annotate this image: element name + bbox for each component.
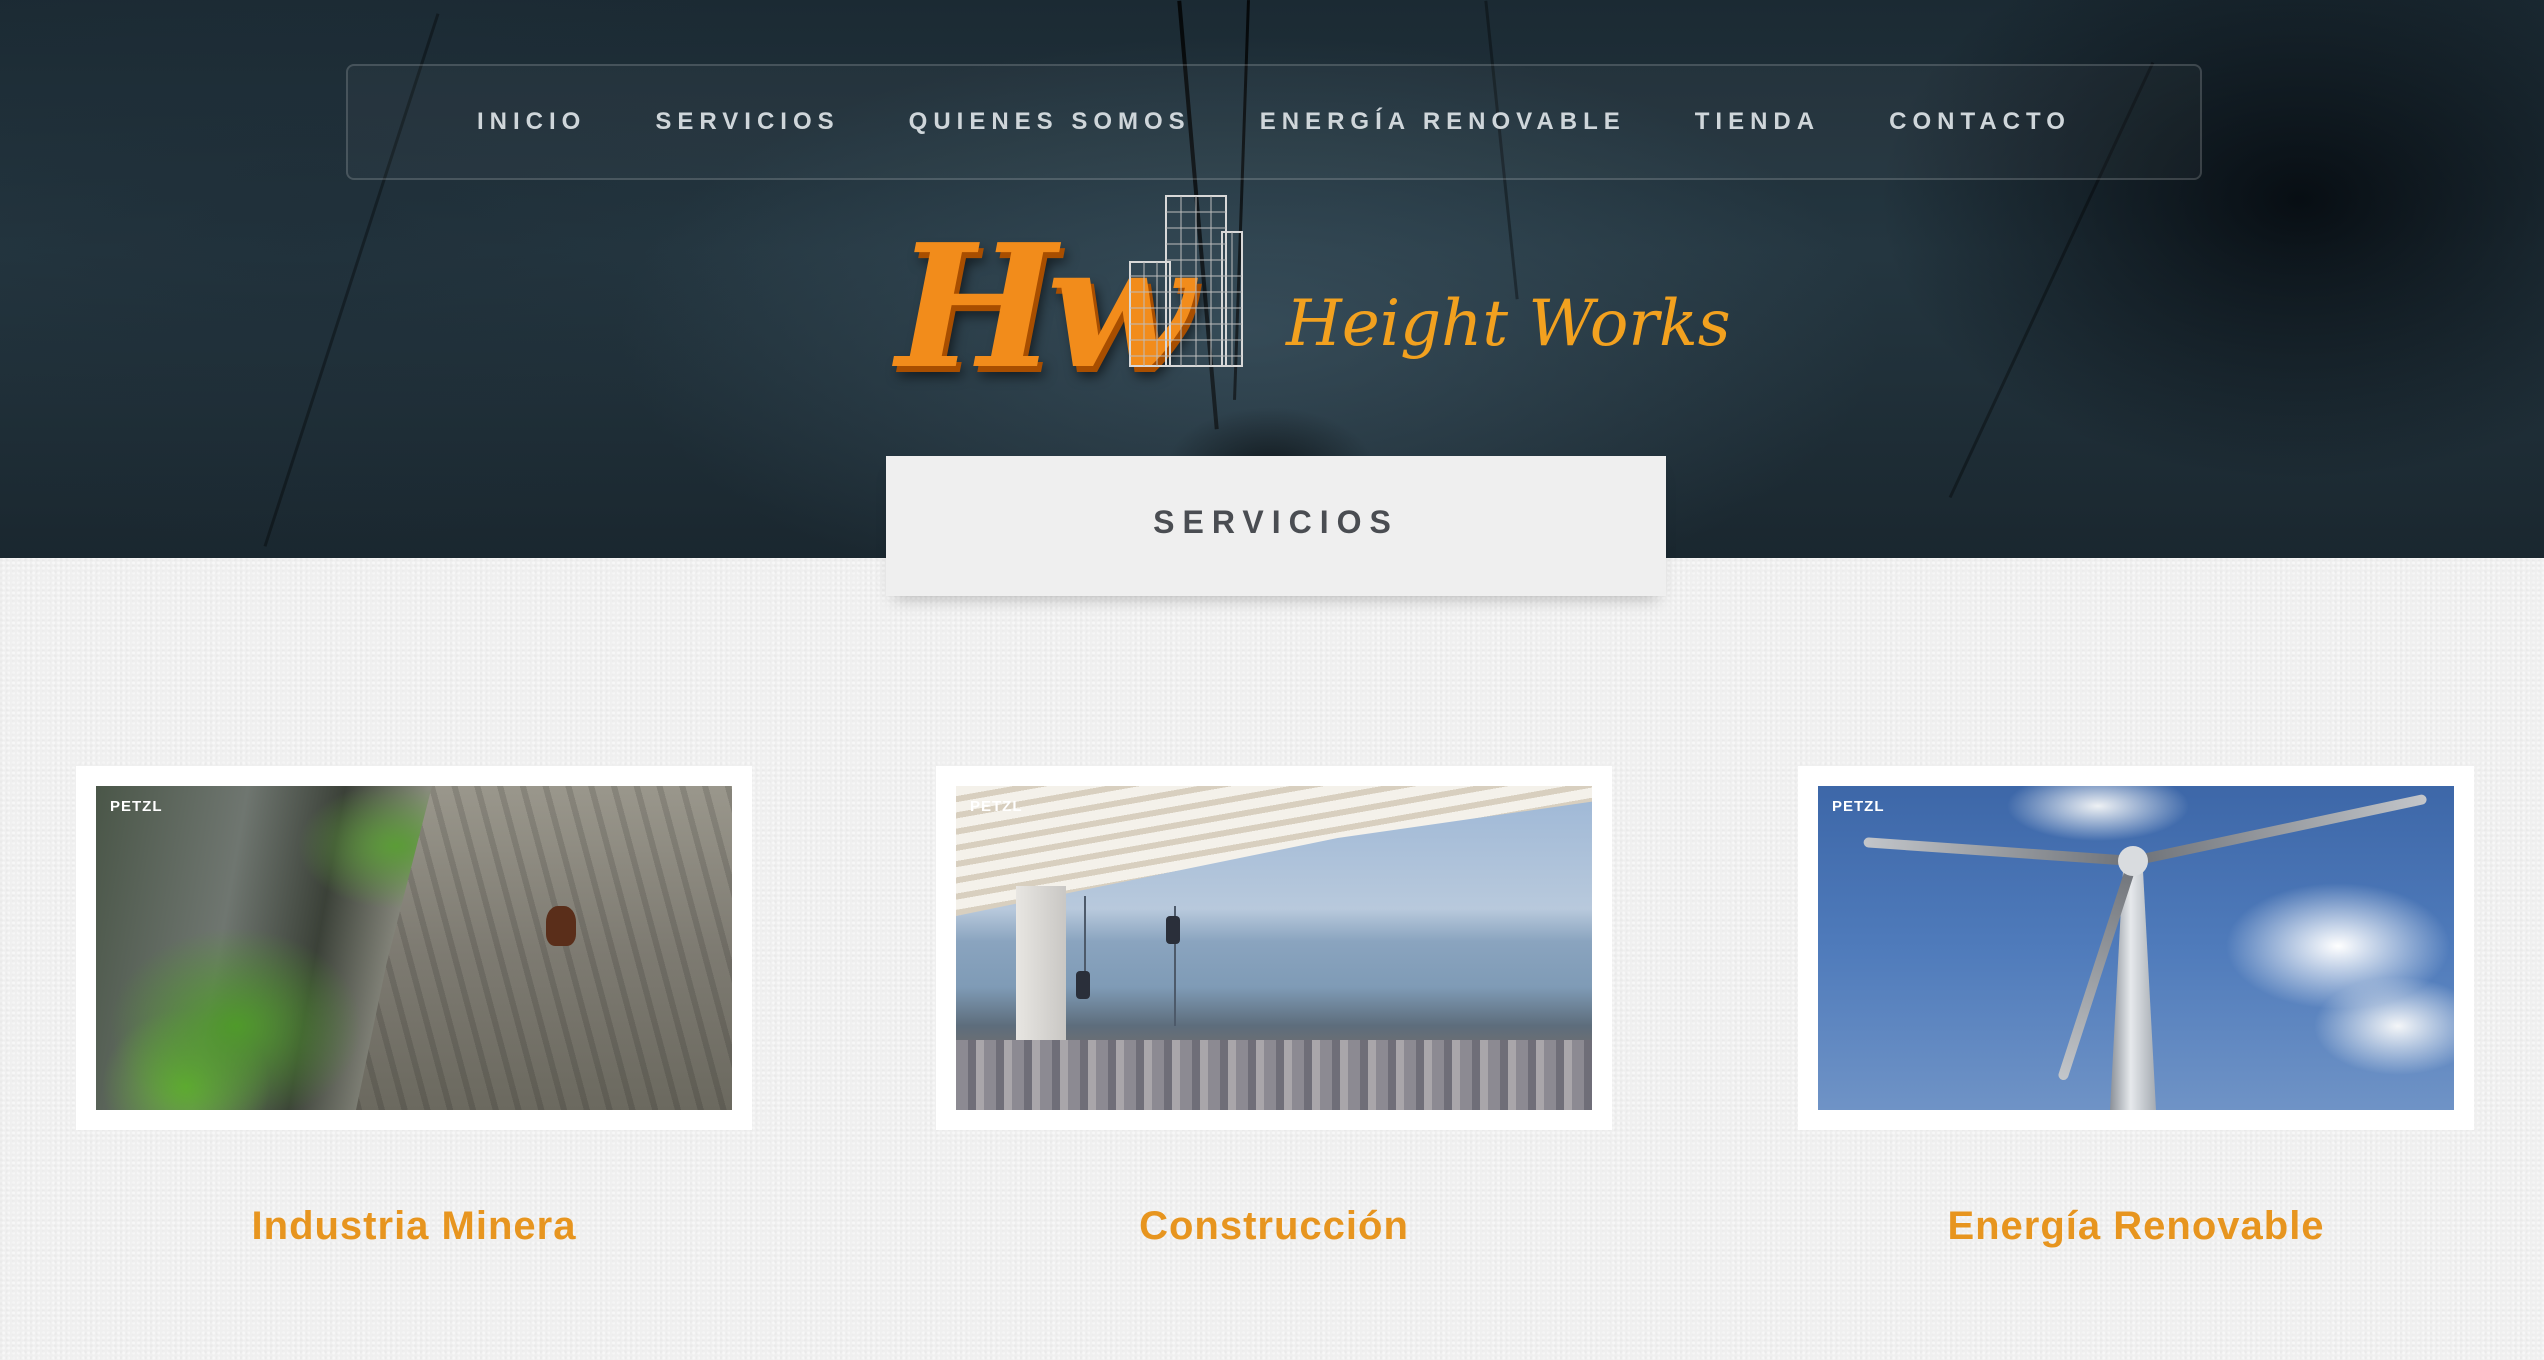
nav-item-inicio[interactable]: INICIO [477,108,586,136]
service-image-frame[interactable]: PETZL [76,766,752,1130]
climber-figure [546,906,576,946]
service-title[interactable]: Energía Renovable [1798,1204,2474,1249]
service-card-industria-minera: PETZL Industria Minera [76,766,752,1249]
nav-item-quienes-somos[interactable]: QUIENES SOMOS [909,108,1191,136]
petzl-watermark: PETZL [1832,798,1885,815]
section-header: SERVICIOS [886,456,1666,596]
service-card-energia-renovable: PETZL Energía Renovable [1798,766,2474,1249]
section-title: SERVICIOS [1153,504,1399,540]
logo-text: Height Works [1286,287,1731,361]
service-image-construction: PETZL [956,786,1592,1110]
nav-item-servicios[interactable]: SERVICIOS [655,108,839,136]
site-logo[interactable]: Hw Height Works [896,192,1731,422]
service-image-wind-turbine: PETZL [1818,786,2454,1110]
nav-item-tienda[interactable]: TIENDA [1695,108,1820,136]
service-image-frame[interactable]: PETZL [936,766,1612,1130]
worker-figure [1076,971,1090,999]
petzl-watermark: PETZL [110,798,163,815]
main-nav: INICIO SERVICIOS QUIENES SOMOS ENERGÍA R… [346,64,2202,180]
petzl-watermark: PETZL [970,798,1023,815]
service-title[interactable]: Construcción [936,1204,1612,1249]
service-title[interactable]: Industria Minera [76,1204,752,1249]
service-image-frame[interactable]: PETZL [1798,766,2474,1130]
service-image-mining: PETZL [96,786,732,1110]
nav-item-energia-renovable[interactable]: ENERGÍA RENOVABLE [1260,108,1626,136]
worker-figure [1166,916,1180,944]
page: INICIO SERVICIOS QUIENES SOMOS ENERGÍA R… [0,0,2544,1360]
service-card-construccion: PETZL Construcción [936,766,1612,1249]
nav-item-contacto[interactable]: CONTACTO [1889,108,2071,136]
building-icon [1129,195,1243,367]
